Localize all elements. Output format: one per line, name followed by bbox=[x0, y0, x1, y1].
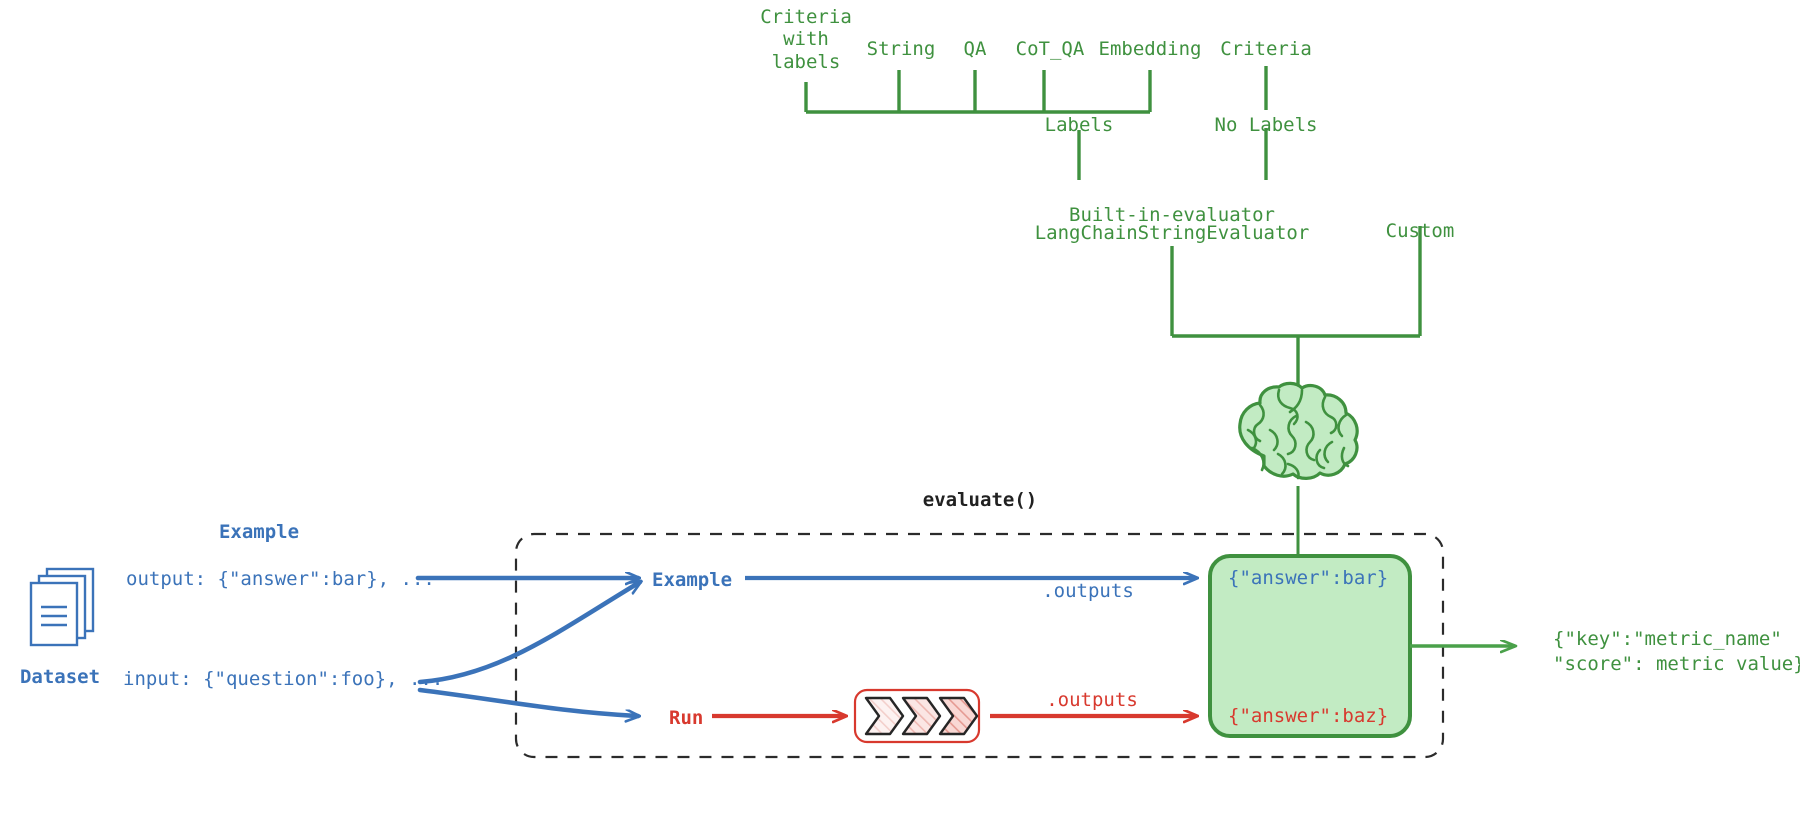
taxonomy-label-criteria: Criteria bbox=[1220, 38, 1312, 60]
brain-icon bbox=[1238, 381, 1359, 480]
dataset-output-row: output: {"answer":bar}, ... bbox=[126, 568, 435, 590]
evaluator-merge-bracket bbox=[1170, 226, 1422, 396]
diagram-vector-layer bbox=[415, 66, 1800, 759]
eval-box-run-output: {"answer":baz} bbox=[1228, 705, 1389, 727]
taxonomy-label-custom: Custom bbox=[1385, 220, 1455, 242]
taxonomy-label-labels: Labels bbox=[1044, 114, 1114, 136]
taxonomy-label-string: String bbox=[866, 38, 936, 60]
diagram-canvas: Criteria with labels String QA CoT_QA Em… bbox=[0, 0, 1800, 816]
dataset-input-row: input: {"question":foo}, ... bbox=[123, 668, 444, 690]
taxonomy-tree-labels-group bbox=[804, 66, 1268, 180]
result-line-2: "score": metric value} bbox=[1553, 653, 1800, 675]
taxonomy-label-criteria-with-labels: Criteria with labels bbox=[760, 6, 852, 73]
dataset-fanout-arrows bbox=[415, 578, 640, 716]
taxonomy-label-embedding: Embedding bbox=[1098, 38, 1202, 60]
taxonomy-label-cot-qa: CoT_QA bbox=[1015, 38, 1085, 60]
input-to-example-curve bbox=[417, 582, 640, 685]
eval-box-example-output: {"answer":bar} bbox=[1228, 567, 1389, 589]
example-node-label: Example bbox=[652, 569, 733, 591]
example-outputs-label: .outputs bbox=[1042, 580, 1134, 602]
dataset-stack-icon bbox=[29, 567, 95, 647]
run-outputs-label: .outputs bbox=[1046, 689, 1138, 711]
chevron-pipeline-icon bbox=[853, 688, 981, 744]
taxonomy-label-no-labels: No Labels bbox=[1214, 114, 1318, 136]
result-line-1: {"key":"metric_name" bbox=[1553, 628, 1782, 650]
dataset-label: Dataset bbox=[19, 666, 101, 688]
example-heading-label: Example bbox=[218, 521, 300, 543]
run-node-label: Run bbox=[669, 707, 704, 729]
taxonomy-label-builtin-evaluator-line2: LangChainStringEvaluator bbox=[1034, 222, 1310, 244]
evaluate-function-label: evaluate() bbox=[922, 489, 1038, 511]
taxonomy-label-qa: QA bbox=[963, 38, 987, 60]
input-to-run-curve bbox=[417, 687, 638, 716]
